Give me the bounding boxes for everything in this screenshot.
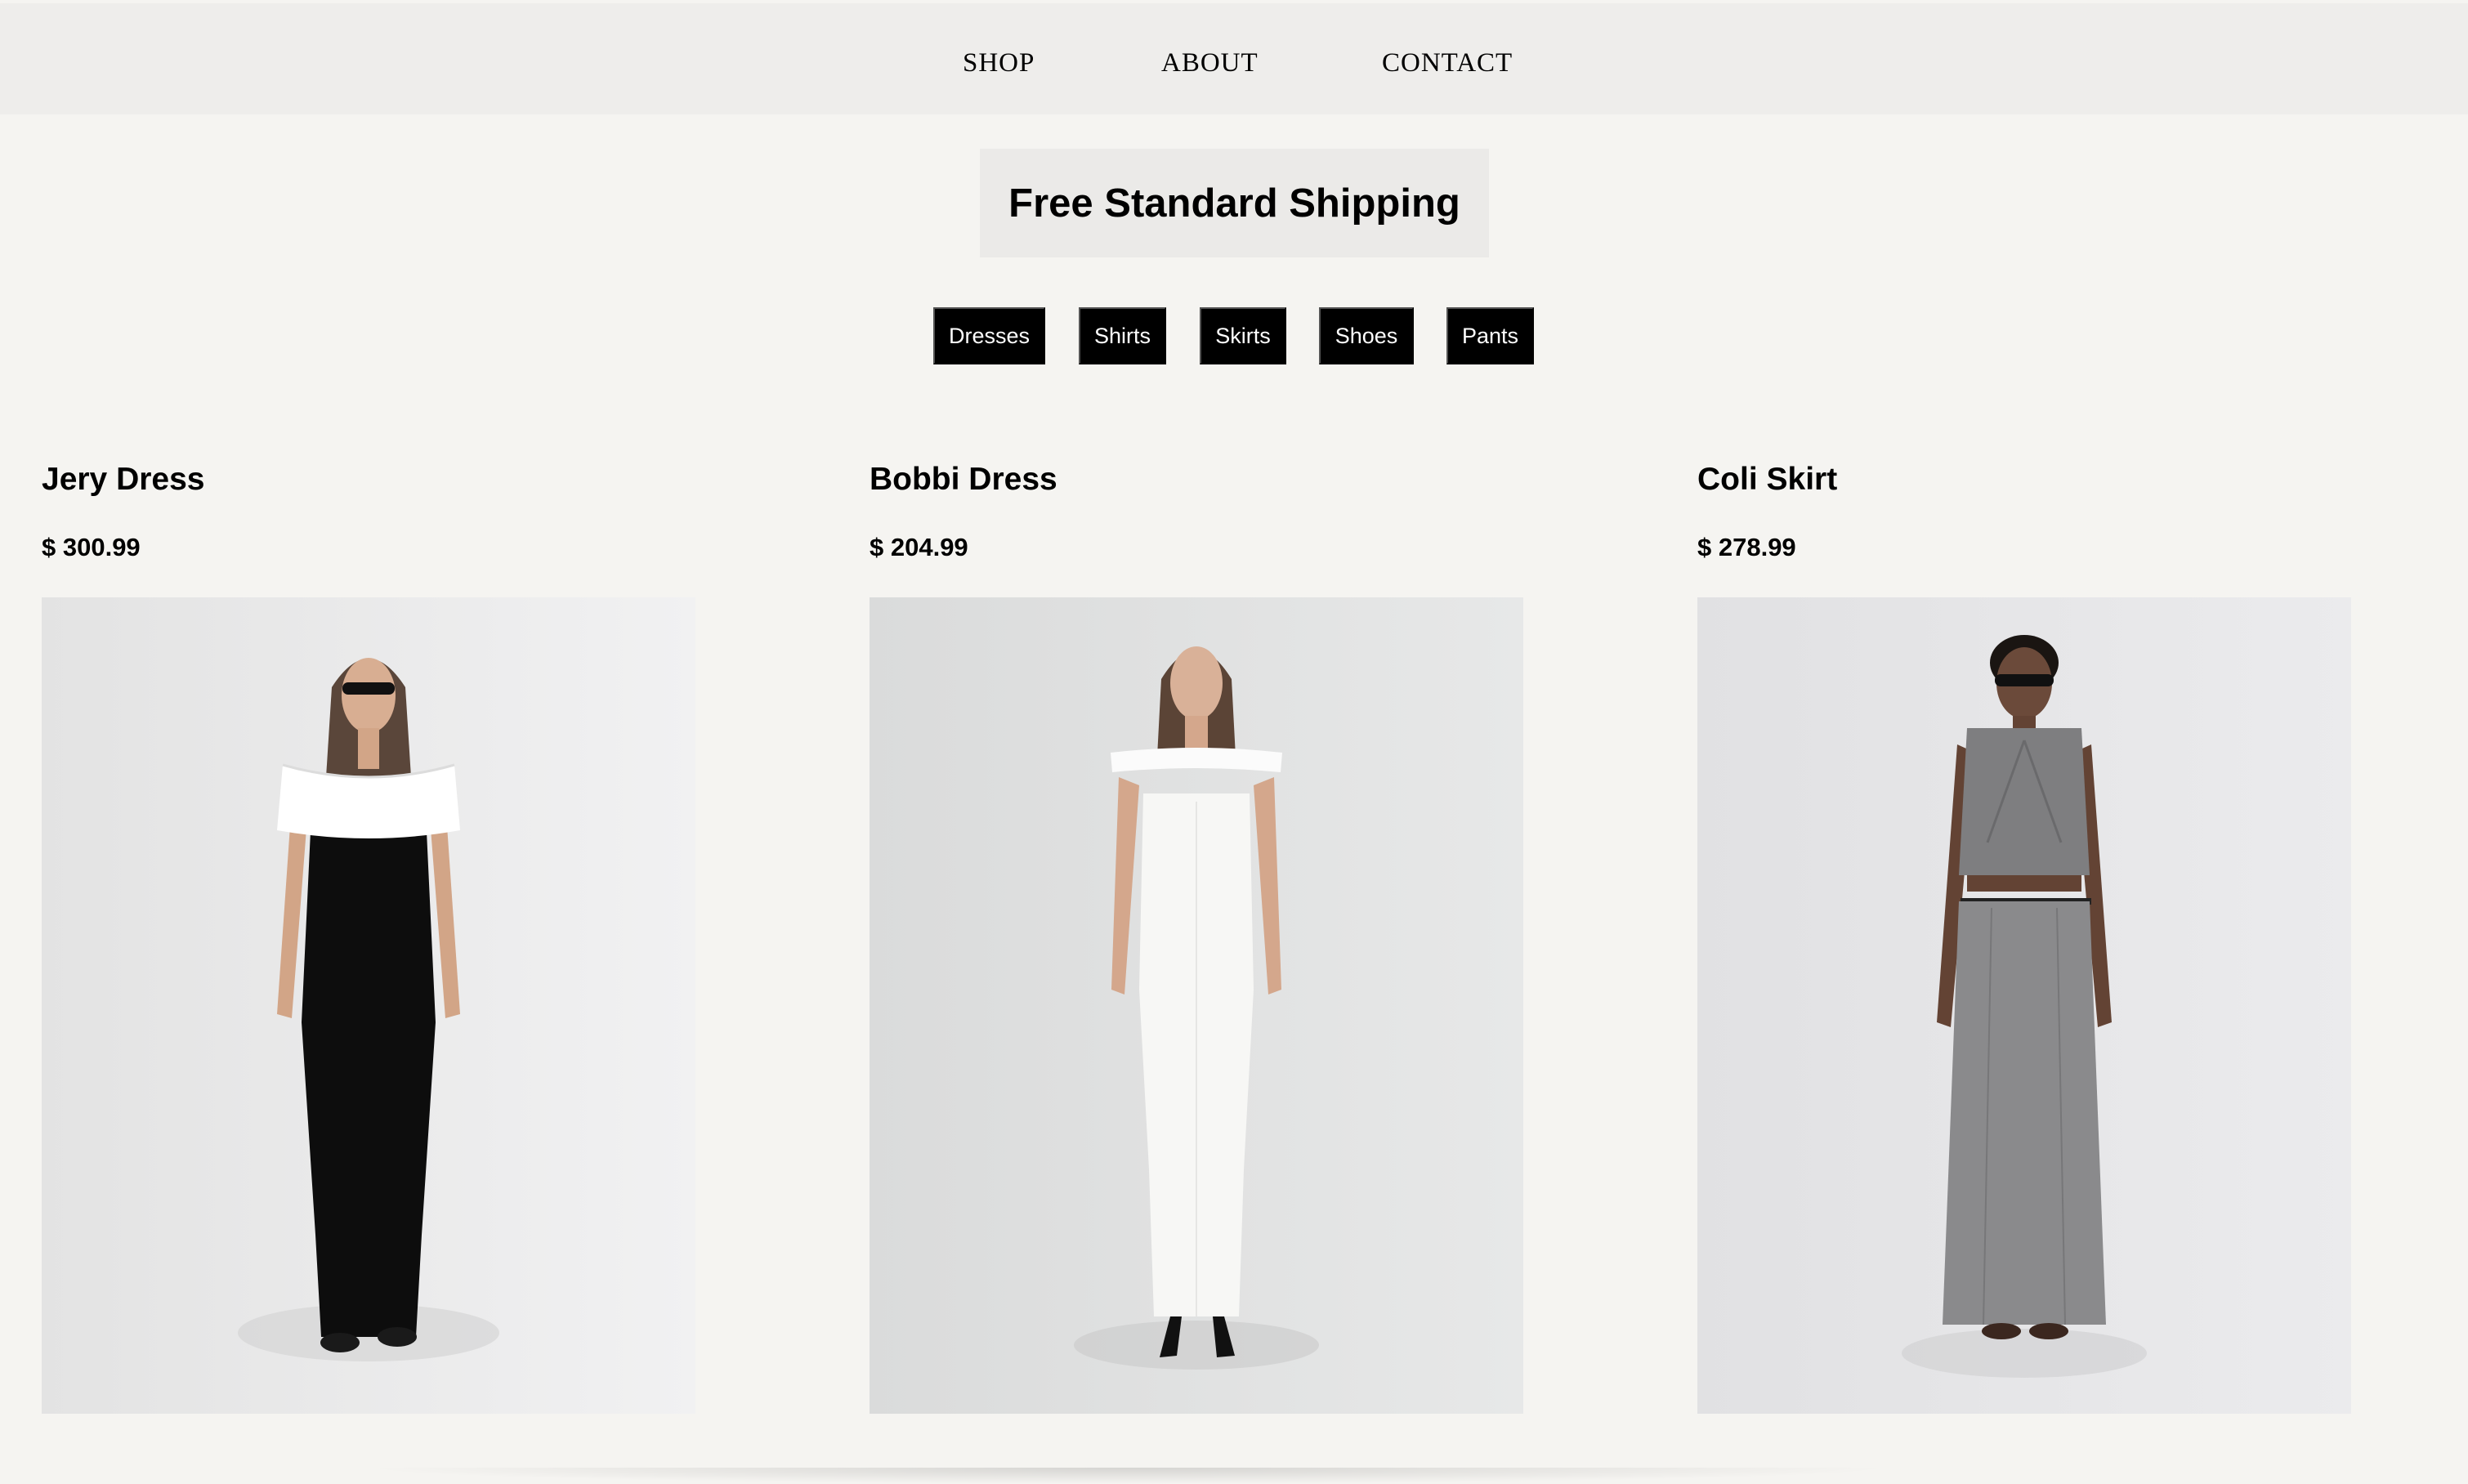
product-title[interactable]: Bobbi Dress — [870, 458, 1057, 502]
product-price: $ 278.99 — [1697, 533, 1796, 561]
nav-contact-link[interactable]: CONTACT — [1382, 44, 1513, 82]
shipping-banner-text: Free Standard Shipping — [1008, 181, 1460, 226]
product-title[interactable]: Coli Skirt — [1697, 458, 1837, 502]
category-shirts-button[interactable]: Shirts — [1079, 307, 1166, 364]
product-price: $ 300.99 — [42, 533, 141, 561]
product-title[interactable]: Jery Dress — [42, 458, 205, 502]
nav-shop-link[interactable]: SHOP — [963, 44, 1035, 82]
category-pants-button[interactable]: Pants — [1446, 307, 1534, 364]
category-skirts-button[interactable]: Skirts — [1200, 307, 1286, 364]
model-black-offshoulder-dress-photo[interactable] — [42, 597, 695, 1414]
product-price: $ 204.99 — [870, 533, 968, 561]
shipping-banner: Free Standard Shipping — [980, 149, 1489, 257]
category-shoes-button[interactable]: Shoes — [1319, 307, 1414, 364]
model-grey-vest-maxi-skirt-photo[interactable] — [1697, 597, 2351, 1414]
bottom-shadow — [360, 1468, 1896, 1484]
nav-about-link[interactable]: ABOUT — [1161, 44, 1259, 82]
model-white-strapless-dress-photo[interactable] — [870, 597, 1523, 1414]
category-dresses-button[interactable]: Dresses — [933, 307, 1045, 364]
top-nav: SHOP ABOUT CONTACT — [0, 3, 2468, 114]
